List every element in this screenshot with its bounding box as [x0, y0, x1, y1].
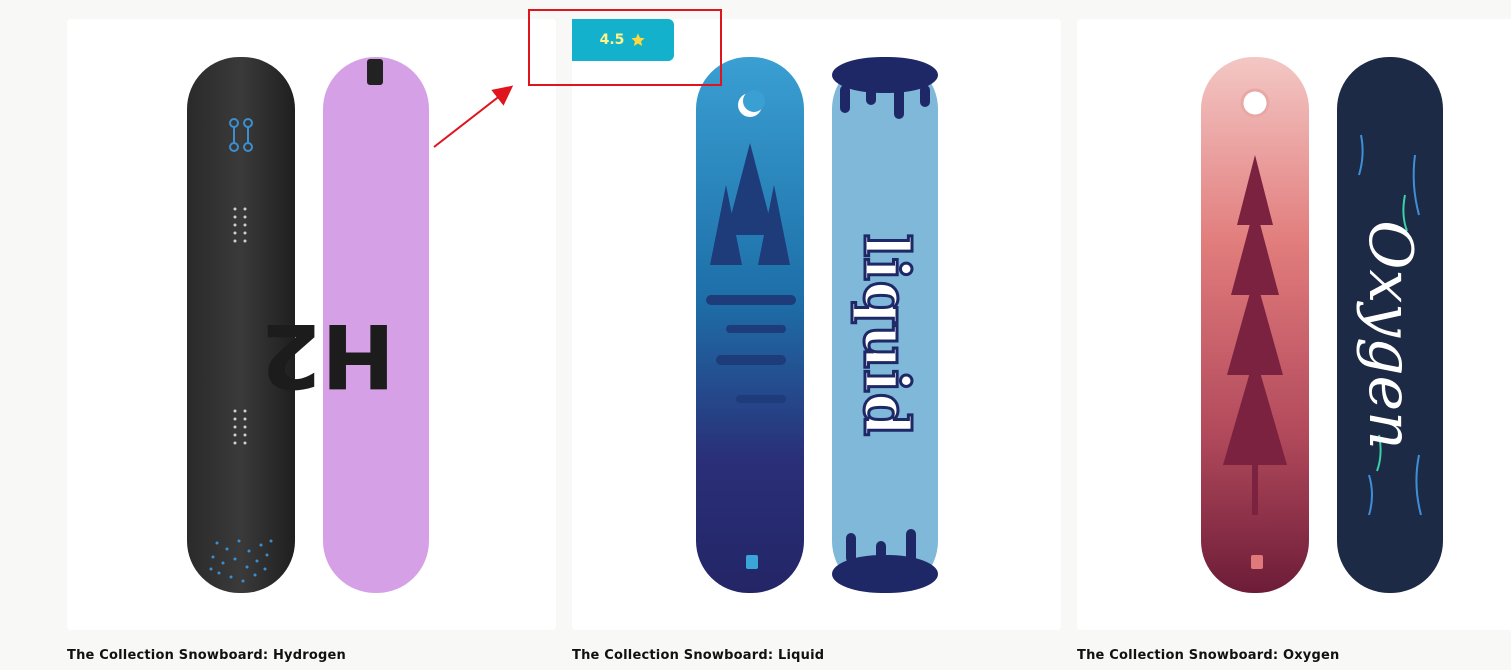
sun-graphic [1240, 88, 1270, 118]
product-title-hydrogen[interactable]: The Collection Snowboard: Hydrogen [67, 648, 346, 663]
shopify-tag [1251, 555, 1263, 569]
shopify-tag [746, 555, 758, 569]
product-image-oxygen[interactable]: Oxygen [1201, 55, 1467, 617]
product-image-liquid[interactable]: liquid [696, 55, 962, 617]
annotation-highlight-box [528, 9, 722, 86]
product-card-oxygen[interactable]: Oxygen [1077, 19, 1511, 630]
annotation-arrow-icon [433, 85, 514, 148]
board-graphic-h2: H2 [260, 304, 395, 407]
shopify-tag [367, 59, 383, 85]
product-title-oxygen[interactable]: The Collection Snowboard: Oxygen [1077, 648, 1339, 663]
board-graphic-liquid: liquid [850, 234, 923, 436]
board-graphic-oxygen: Oxygen [1355, 220, 1425, 449]
product-image-hydrogen[interactable]: H2 [187, 55, 453, 617]
product-title-liquid[interactable]: The Collection Snowboard: Liquid [572, 648, 824, 663]
product-card-liquid[interactable]: liquid [572, 19, 1061, 630]
